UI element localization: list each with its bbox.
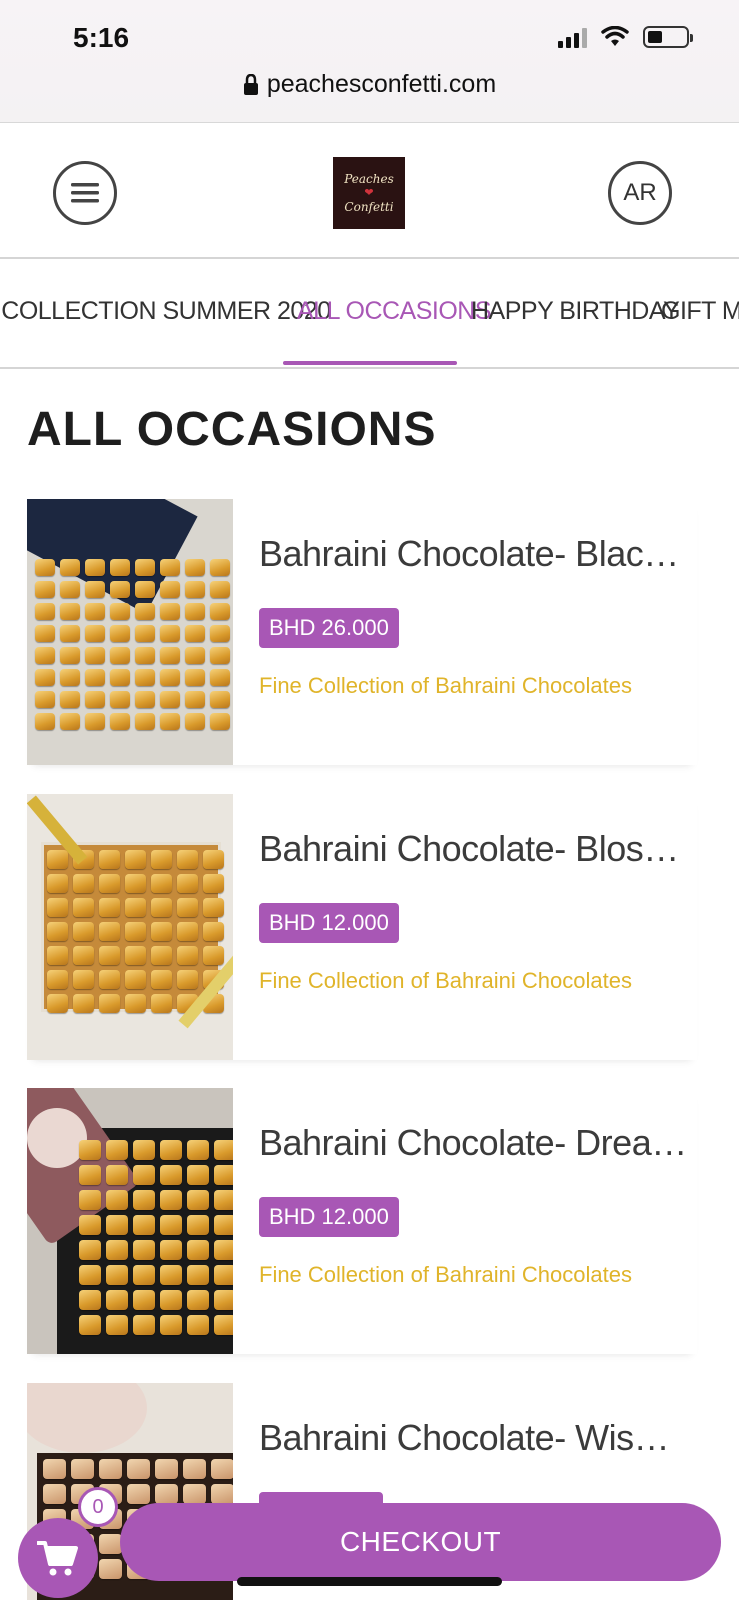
tab-gift-mix[interactable]: GIFT MIX [661,297,739,326]
status-icons [558,26,693,48]
site-header: Peaches ❤ Confetti AR [0,123,739,259]
tab-happy-birthday[interactable]: HAPPY BIRTHDAY [471,297,680,326]
address-bar[interactable]: peachesconfetti.com [0,70,739,99]
brand-logo[interactable]: Peaches ❤ Confetti [333,157,405,229]
language-toggle-button[interactable]: AR [608,161,672,225]
url-text: peachesconfetti.com [266,70,497,98]
shopping-cart-icon [37,1541,78,1576]
logo-line-2: Confetti [344,200,394,214]
product-description: Fine Collection of Bahraini Chocolates [259,673,632,698]
lock-icon [243,73,258,95]
product-card[interactable]: Bahraini Chocolate- Dream Box BHD 12.000… [27,1088,697,1354]
cellular-signal-icon [558,26,587,48]
home-indicator [237,1577,502,1586]
product-card[interactable]: Bahraini Chocolate- Blossom Box BHD 12.0… [27,794,697,1060]
logo-line-1: Peaches [344,172,394,186]
heart-icon: ❤ [364,186,374,199]
product-name[interactable]: Bahraini Chocolate- Wish Box [259,1417,689,1459]
price-badge: BHD 12.000 [259,1197,399,1237]
battery-icon [643,26,693,48]
checkout-button[interactable]: CHECKOUT [120,1503,721,1581]
cart-button[interactable] [18,1518,98,1598]
page-title: ALL OCCASIONS [27,403,437,456]
price-badge: BHD 12.000 [259,903,399,943]
product-description: Fine Collection of Bahraini Chocolates [259,968,632,993]
wifi-icon [601,26,629,46]
active-tab-indicator [283,361,457,365]
menu-button[interactable] [53,161,117,225]
product-image[interactable] [27,794,233,1060]
product-name[interactable]: Bahraini Chocolate- Blossom Box [259,828,689,870]
product-image[interactable] [27,1088,233,1354]
tab-new-collection[interactable]: NEW COLLECTION SUMMER 2020 [0,297,331,326]
hamburger-icon [71,183,99,203]
price-badge: BHD 26.000 [259,608,399,648]
cart-count-badge: 0 [78,1487,118,1527]
product-description: Fine Collection of Bahraini Chocolates [259,1262,632,1287]
product-card[interactable]: Bahraini Chocolate- Black Box BHD 26.000… [27,499,697,765]
product-image[interactable] [27,499,233,765]
tab-all-occasions[interactable]: ALL OCCASIONS [297,297,492,326]
status-time: 5:16 [73,22,130,53]
browser-chrome: 5:16 peachesconfetti.com [0,0,739,123]
category-tabs: NEW COLLECTION SUMMER 2020 ALL OCCASIONS… [0,259,739,369]
product-name[interactable]: Bahraini Chocolate- Dream Box [259,1122,689,1164]
product-name[interactable]: Bahraini Chocolate- Black Box [259,533,689,575]
